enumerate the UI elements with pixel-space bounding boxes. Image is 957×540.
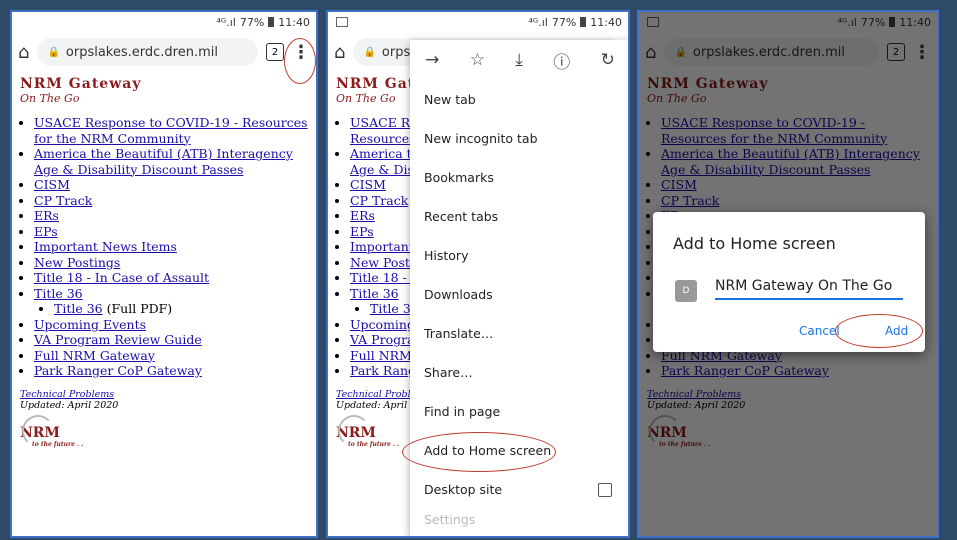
nrm-logo: NRM to the future . . bbox=[20, 414, 308, 448]
dialog-title: Add to Home screen bbox=[673, 234, 836, 253]
menu-item-recent-tabs[interactable]: Recent tabs bbox=[410, 197, 628, 236]
link-full-nrm[interactable]: Full NRM Gateway bbox=[34, 348, 155, 363]
link-ers[interactable]: ERs bbox=[350, 208, 375, 223]
menu-action-row: → ☆ ⤓ ⓘ ↻ bbox=[410, 40, 628, 80]
updated-text: Updated: April 2020 bbox=[20, 399, 119, 411]
cancel-button[interactable]: Cancel bbox=[799, 324, 840, 338]
link-list: USACE Response to COVID-19 - Resources f… bbox=[20, 115, 308, 379]
link-ers[interactable]: ERs bbox=[34, 208, 59, 223]
desktop-site-label: Desktop site bbox=[424, 482, 503, 497]
page-content: NRM Gateway On The Go USACE Response to … bbox=[12, 72, 316, 452]
battery-icon bbox=[580, 17, 587, 27]
link-eps[interactable]: EPs bbox=[34, 224, 58, 239]
address-bar[interactable]: 🔒 orpslakes.erdc.dren.mil bbox=[37, 38, 258, 66]
highlight-oval-add-to-home bbox=[402, 432, 556, 472]
tab-switcher-button[interactable]: 2 bbox=[266, 43, 284, 61]
link-cp-track[interactable]: CP Track bbox=[34, 193, 92, 208]
home-icon[interactable]: ⌂ bbox=[334, 42, 345, 63]
link-title18[interactable]: Title 18 - In Case of Assault bbox=[34, 270, 209, 285]
battery-icon bbox=[268, 17, 275, 27]
link-title36-pdf[interactable]: Title 36 bbox=[54, 301, 103, 316]
lock-icon: 🔒 bbox=[47, 46, 60, 58]
brand-subtitle: On The Go bbox=[20, 92, 80, 105]
screenshot-panel-dialog: ⁴ᴳ.ıl 77% 11:40 ⌂ 🔒 orpslakes.erdc.dren.… bbox=[637, 10, 939, 538]
link-park-ranger[interactable]: Park Ranger CoP Gateway bbox=[34, 363, 202, 378]
info-icon[interactable]: ⓘ bbox=[553, 48, 570, 73]
link-title36[interactable]: Title 36 bbox=[34, 286, 83, 301]
footer-info: Technical Problems Updated: April 2020 bbox=[20, 389, 308, 411]
menu-item-history[interactable]: History bbox=[410, 236, 628, 275]
battery-level: 77% bbox=[551, 15, 577, 29]
link-cp-track[interactable]: CP Track bbox=[350, 193, 408, 208]
menu-item-settings[interactable]: Settings bbox=[410, 509, 628, 529]
battery-level: 77% bbox=[239, 15, 265, 29]
highlight-oval-menu bbox=[284, 38, 316, 84]
link-title36[interactable]: Title 36 bbox=[350, 286, 399, 301]
menu-item-new-tab[interactable]: New tab bbox=[410, 80, 628, 119]
star-icon[interactable]: ☆ bbox=[470, 50, 485, 70]
tech-problems-link[interactable]: Technical Problems bbox=[20, 389, 114, 400]
link-va-guide[interactable]: VA Program Review Guide bbox=[34, 332, 202, 347]
signal-indicator: ⁴ᴳ.ıl bbox=[216, 15, 236, 29]
nrm-tagline: to the future . . bbox=[32, 440, 84, 448]
menu-item-bookmarks[interactable]: Bookmarks bbox=[410, 158, 628, 197]
download-icon[interactable]: ⤓ bbox=[515, 50, 523, 70]
shortcut-name-field[interactable]: NRM Gateway On The Go bbox=[715, 278, 903, 300]
home-icon[interactable]: ⌂ bbox=[18, 42, 29, 63]
link-covid[interactable]: USACE Response to COVID-19 - Resources f… bbox=[34, 115, 308, 146]
link-events[interactable]: Upcoming Events bbox=[34, 317, 146, 332]
gallery-icon bbox=[336, 17, 348, 27]
link-postings[interactable]: New Postings bbox=[34, 255, 120, 270]
menu-item-downloads[interactable]: Downloads bbox=[410, 275, 628, 314]
link-news[interactable]: Important News Items bbox=[34, 239, 177, 254]
screenshot-panel-menu: ⁴ᴳ.ıl 77% 11:40 ⌂ 🔒 orpslakes.erdc.dren.… bbox=[326, 10, 630, 538]
url-text: orpslakes.erdc.dren.mil bbox=[65, 44, 218, 60]
menu-item-new-incognito-tab[interactable]: New incognito tab bbox=[410, 119, 628, 158]
menu-item-translate[interactable]: Translate… bbox=[410, 314, 628, 353]
menu-item-desktop-site[interactable]: Desktop site bbox=[410, 470, 628, 509]
menu-item-share[interactable]: Share… bbox=[410, 353, 628, 392]
status-bar: ⁴ᴳ.ıl 77% 11:40 bbox=[12, 12, 316, 32]
clock: 11:40 bbox=[590, 15, 622, 29]
signal-indicator: ⁴ᴳ.ıl bbox=[528, 15, 548, 29]
link-atb[interactable]: America the Beautiful (ATB) Interagency … bbox=[34, 146, 293, 177]
lock-icon: 🔒 bbox=[363, 46, 376, 58]
desktop-site-checkbox[interactable] bbox=[598, 482, 612, 497]
forward-icon[interactable]: → bbox=[425, 50, 439, 70]
browser-toolbar: ⌂ 🔒 orpslakes.erdc.dren.mil 2 ⋮ bbox=[12, 32, 316, 72]
screenshot-panel-browser: ⁴ᴳ.ıl 77% 11:40 ⌂ 🔒 orpslakes.erdc.dren.… bbox=[10, 10, 318, 538]
link-cism[interactable]: CISM bbox=[350, 177, 386, 192]
link-eps[interactable]: EPs bbox=[350, 224, 374, 239]
highlight-oval-add bbox=[835, 314, 923, 348]
link-cism[interactable]: CISM bbox=[34, 177, 70, 192]
pdf-note: (Full PDF) bbox=[106, 301, 173, 316]
menu-item-find-in-page[interactable]: Find in page bbox=[410, 392, 628, 431]
clock: 11:40 bbox=[278, 15, 310, 29]
site-favicon-icon: D bbox=[675, 280, 697, 302]
brand-title: NRM Gateway bbox=[20, 76, 142, 92]
refresh-icon[interactable]: ↻ bbox=[601, 50, 615, 70]
status-bar: ⁴ᴳ.ıl 77% 11:40 bbox=[328, 12, 628, 32]
